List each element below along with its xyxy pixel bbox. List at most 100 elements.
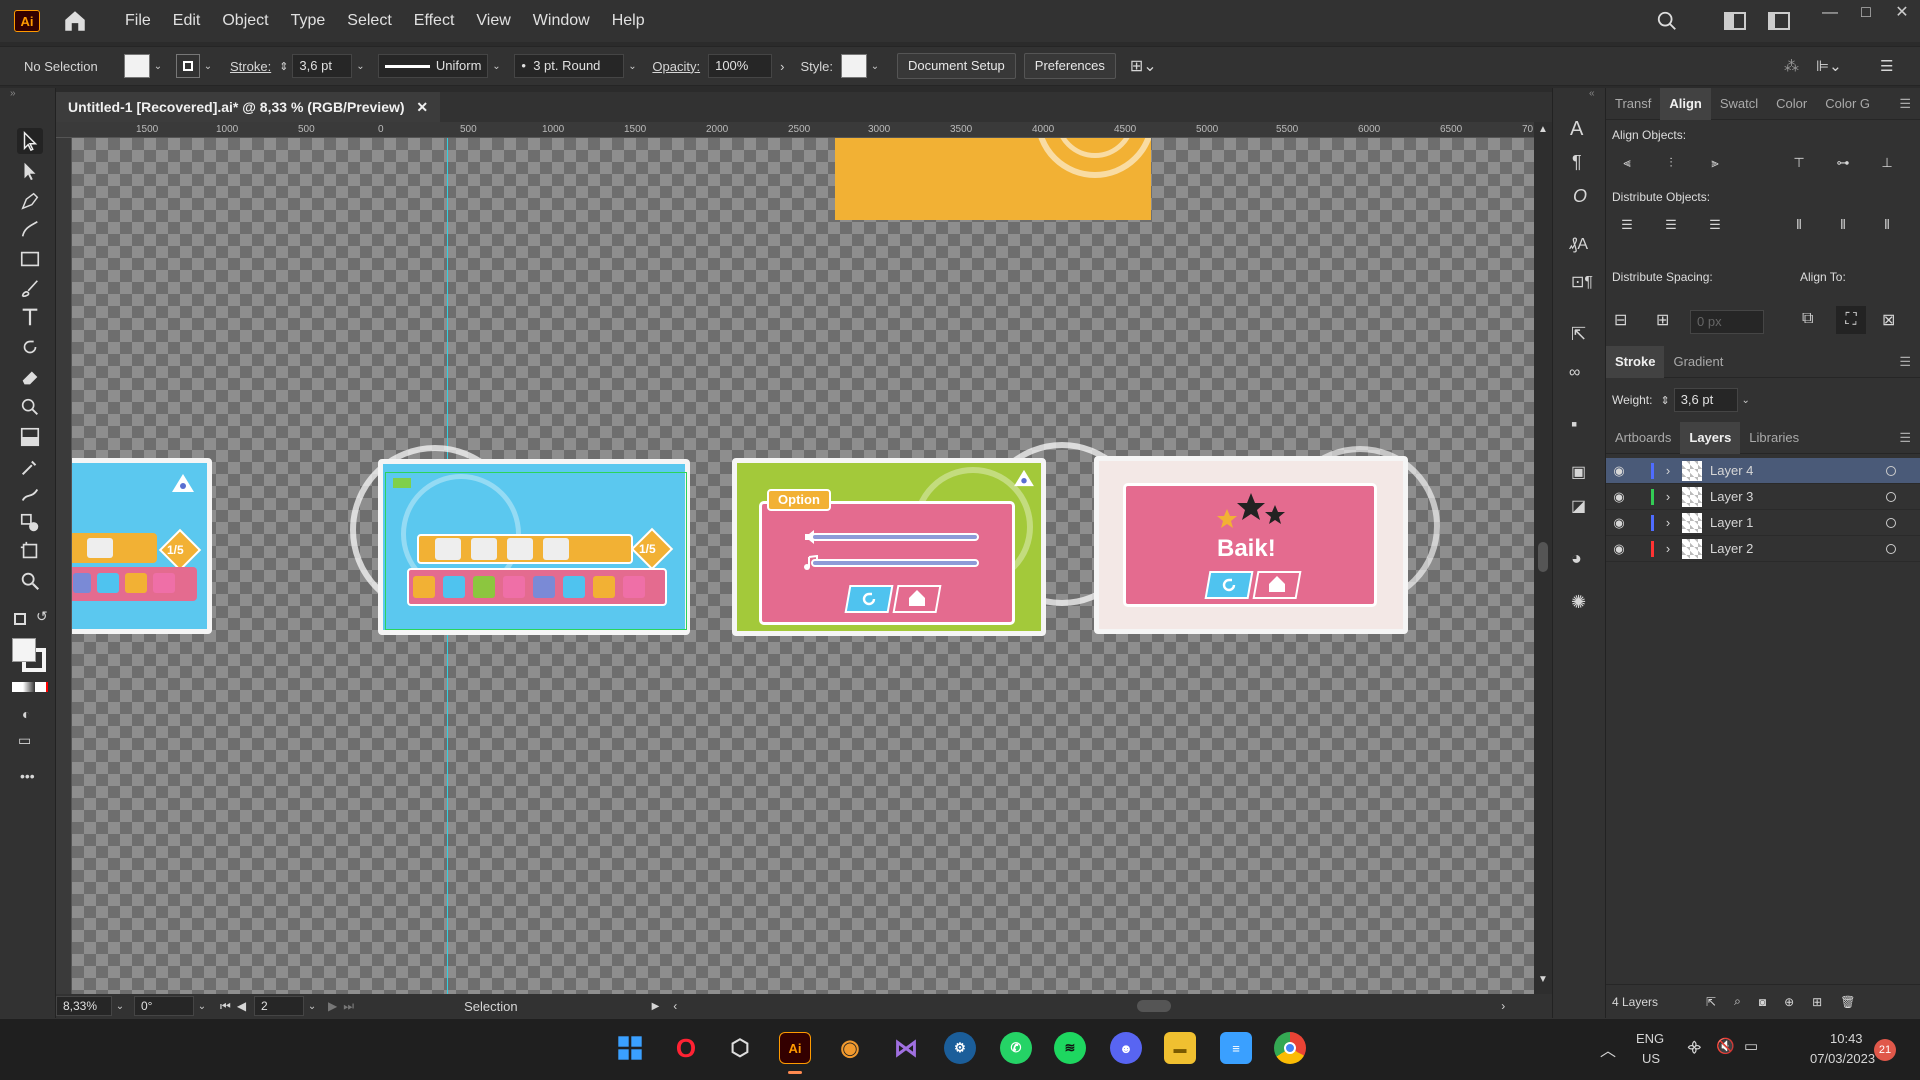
layer-row[interactable]: ◉ › Layer 2 bbox=[1606, 536, 1920, 562]
visibility-eye-icon[interactable]: ◉ bbox=[1606, 515, 1632, 531]
expand-arrow-icon[interactable]: › bbox=[1658, 515, 1678, 530]
blend-tool-icon[interactable] bbox=[17, 510, 43, 536]
character-icon[interactable]: A bbox=[1570, 118, 1583, 141]
workspace-icon[interactable] bbox=[1768, 12, 1790, 30]
horizontal-spacing-icon[interactable]: ⊞ bbox=[1656, 310, 1669, 330]
paragraph-icon[interactable]: ¶ bbox=[1572, 152, 1582, 173]
color-mode-icon[interactable] bbox=[12, 682, 24, 692]
last-artboard-icon[interactable]: ⏭ bbox=[343, 999, 354, 1014]
tab-libraries[interactable]: Libraries bbox=[1740, 422, 1808, 454]
scroll-right-icon[interactable]: › bbox=[1501, 999, 1505, 1013]
eyedropper-tool-icon[interactable] bbox=[17, 454, 43, 480]
align-vcenter-icon[interactable]: ⊶ bbox=[1828, 150, 1858, 176]
distribute-vcenter-icon[interactable]: ☰ bbox=[1656, 212, 1686, 238]
layers-panel-menu-icon[interactable]: ☰ bbox=[1890, 422, 1920, 454]
export-icon[interactable]: ⇱ bbox=[1571, 324, 1586, 345]
comments-icon[interactable]: ▪ bbox=[1571, 414, 1577, 435]
scroll-left-icon[interactable]: ‹ bbox=[673, 999, 677, 1013]
scroll-down-icon[interactable]: ▼ bbox=[1538, 974, 1548, 985]
style-dropdown[interactable]: ⌄ bbox=[867, 61, 883, 72]
discord-icon[interactable]: ☻ bbox=[1110, 1032, 1142, 1064]
notification-badge[interactable]: 21 bbox=[1874, 1039, 1896, 1061]
panel-menu-icon[interactable]: ☰ bbox=[1880, 57, 1893, 75]
fill-color-icon[interactable] bbox=[12, 638, 36, 662]
home-icon[interactable] bbox=[62, 8, 88, 34]
file-explorer-icon[interactable]: ▬ bbox=[1164, 1032, 1196, 1064]
vertical-ruler[interactable] bbox=[56, 138, 72, 994]
eraser-tool-icon[interactable] bbox=[17, 364, 43, 390]
style-swatch[interactable] bbox=[840, 54, 867, 78]
align-top-icon[interactable]: ⊤ bbox=[1784, 150, 1814, 176]
menu-window[interactable]: Window bbox=[522, 0, 601, 42]
zoom-dropdown[interactable]: ⌄ bbox=[112, 1001, 128, 1012]
arrange-documents-icon[interactable] bbox=[1724, 12, 1746, 30]
tab-color[interactable]: Color bbox=[1767, 88, 1816, 120]
visibility-eye-icon[interactable]: ◉ bbox=[1606, 489, 1632, 505]
rectangle-tool-icon[interactable] bbox=[17, 246, 43, 272]
illustrator-taskbar-icon[interactable]: Ai bbox=[779, 1032, 811, 1064]
locate-object-icon[interactable]: ⌕ bbox=[1734, 994, 1741, 1009]
minimize-button[interactable]: — bbox=[1812, 0, 1848, 30]
target-icon[interactable] bbox=[1886, 465, 1896, 476]
preferences-button[interactable]: Preferences bbox=[1023, 53, 1116, 79]
steam-icon[interactable]: ⚙ bbox=[944, 1032, 976, 1064]
character-styles-icon[interactable]: ₰A bbox=[1569, 236, 1588, 254]
spacing-field[interactable]: 0 px bbox=[1690, 310, 1764, 334]
variable-width-profile[interactable]: Uniform bbox=[378, 54, 489, 78]
tab-artboards[interactable]: Artboards bbox=[1606, 422, 1680, 454]
new-layer-icon[interactable]: ⊞ bbox=[1812, 995, 1822, 1009]
opacity-arrow-icon[interactable]: › bbox=[780, 59, 784, 74]
rotation-dropdown[interactable]: ⌄ bbox=[194, 1001, 210, 1012]
curvature-tool-icon[interactable] bbox=[17, 216, 43, 242]
swap-colors-icon[interactable]: ↺ bbox=[36, 608, 48, 625]
paintbrush-tool-icon[interactable] bbox=[17, 276, 43, 302]
stroke-weight-dropdown[interactable]: ⌄ bbox=[352, 61, 368, 72]
distribute-bottom-icon[interactable]: ☰ bbox=[1700, 212, 1730, 238]
artboard-level-select-partial[interactable]: 1/5 bbox=[72, 458, 212, 634]
menu-select[interactable]: Select bbox=[336, 0, 402, 42]
unity-icon[interactable]: ⬡ bbox=[724, 1032, 756, 1064]
document-setup-button[interactable]: Document Setup bbox=[896, 53, 1016, 79]
collapse-panels-icon[interactable]: « bbox=[1589, 88, 1595, 99]
first-artboard-icon[interactable]: ⏮ bbox=[220, 999, 231, 1014]
artboard-option[interactable]: Option bbox=[732, 458, 1046, 636]
pen-tool-icon[interactable] bbox=[17, 188, 43, 214]
tab-gradient[interactable]: Gradient bbox=[1664, 346, 1732, 378]
tab-align[interactable]: Align bbox=[1660, 87, 1711, 120]
clock-time[interactable]: 10:43 bbox=[1830, 1031, 1863, 1046]
artboard-dropdown[interactable]: ⌄ bbox=[304, 1001, 320, 1012]
layer-row[interactable]: ◉ › Layer 3 bbox=[1606, 484, 1920, 510]
shape-builder-tool-icon[interactable] bbox=[17, 394, 43, 420]
menu-edit[interactable]: Edit bbox=[162, 0, 212, 42]
language-code[interactable]: ENG bbox=[1636, 1031, 1664, 1046]
links-icon[interactable]: ∞ bbox=[1569, 364, 1580, 382]
none-mode-icon[interactable] bbox=[34, 682, 48, 692]
arrange-icon[interactable]: ⊞⌄ bbox=[1130, 56, 1157, 76]
export-layer-icon[interactable]: ⇱ bbox=[1706, 995, 1716, 1009]
tab-color-guide[interactable]: Color G bbox=[1816, 88, 1879, 120]
artboard-number-field[interactable]: 2 bbox=[254, 996, 305, 1016]
region-code[interactable]: US bbox=[1642, 1051, 1660, 1066]
expand-arrow-icon[interactable]: › bbox=[1658, 463, 1678, 478]
align-panel-menu-icon[interactable]: ☰ bbox=[1890, 88, 1920, 120]
scroll-up-icon[interactable]: ▲ bbox=[1538, 124, 1548, 135]
align-to-key-object-icon[interactable]: ⛶ bbox=[1836, 306, 1866, 334]
tab-transform[interactable]: Transf bbox=[1606, 88, 1660, 120]
transform-icon[interactable]: ⁂ bbox=[1784, 57, 1799, 75]
artboard-top-banner[interactable] bbox=[835, 138, 1151, 220]
graphic-styles-icon[interactable]: ◪ bbox=[1571, 496, 1586, 516]
fill-dropdown[interactable]: ⌄ bbox=[150, 61, 166, 72]
expand-arrow-icon[interactable]: › bbox=[1658, 541, 1678, 556]
wifi-icon[interactable]: ᯽ bbox=[1686, 1037, 1703, 1057]
target-icon[interactable] bbox=[1886, 543, 1896, 554]
more-tools-icon[interactable]: ••• bbox=[20, 768, 35, 784]
artboard-canvas[interactable]: 1/5 1/5 Option Baik! bbox=[72, 138, 1534, 994]
menu-object[interactable]: Object bbox=[211, 0, 279, 42]
vertical-spacing-icon[interactable]: ⊟ bbox=[1614, 310, 1627, 330]
chrome-icon[interactable] bbox=[1274, 1032, 1306, 1064]
prev-artboard-icon[interactable]: ◀ bbox=[237, 999, 246, 1013]
align-left-icon[interactable]: ⫷ bbox=[1612, 150, 1642, 176]
stroke-swatch[interactable] bbox=[176, 54, 200, 78]
align-bottom-icon[interactable]: ⊥ bbox=[1872, 150, 1902, 176]
layer-row[interactable]: ◉ › Layer 1 bbox=[1606, 510, 1920, 536]
